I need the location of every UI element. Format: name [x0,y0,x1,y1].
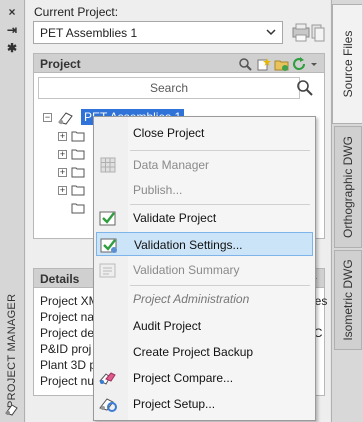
project-section-title: Project [40,57,81,71]
menu-item-project-compare[interactable]: Project Compare... [96,366,313,390]
menu-header-project-administration: Project Administration [133,292,250,306]
validate-icon [99,211,116,226]
menu-item-publish: Publish... [133,183,183,197]
folder-icon [71,185,85,196]
menu-item-validation-settings[interactable]: Validation Settings... [96,232,313,256]
menu-separator [130,204,310,205]
tab-isometric-dwg[interactable]: Isometric DWG [334,250,362,350]
details-section-title: Details [40,272,80,286]
expand-icon[interactable]: + [58,150,67,159]
menu-item-audit-project[interactable]: Audit Project [96,314,313,338]
folder-icon [71,203,85,214]
new-item-icon[interactable] [256,57,271,72]
expand-icon[interactable]: + [58,132,67,141]
refresh-icon[interactable] [292,56,307,72]
print-icons[interactable] [292,22,326,44]
collapse-icon[interactable]: − [43,113,52,122]
context-menu: Close Project Data Manager Publish... Va… [93,116,316,421]
details-line: P&ID proj [40,342,92,356]
search-icon[interactable] [296,79,314,97]
expand-icon[interactable]: + [58,186,67,195]
compare-icon [99,372,116,385]
current-project-select[interactable]: PET Assemblies 1 [33,21,283,44]
details-line: Plant 3D p [40,358,97,372]
search-input[interactable] [38,77,300,99]
folder-add-icon[interactable] [274,57,289,72]
menu-item-validate-project[interactable]: Validate Project [96,206,313,230]
expand-icon[interactable]: + [58,168,67,177]
properties-icon[interactable]: ✱ [3,40,21,56]
close-icon[interactable]: × [3,4,21,20]
folder-icon [71,167,85,178]
summary-icon [99,263,116,278]
current-project-value: PET Assemblies 1 [40,26,138,40]
menu-item-data-manager: Data Manager [96,153,313,177]
details-line: Project de [40,326,95,340]
left-strip: × ⇥ ✱ PROJECT MANAGER [0,0,25,422]
grid-icon [100,157,116,173]
section-menu-icon[interactable] [310,57,318,72]
project-manager-icon [5,404,18,416]
menu-separator [130,285,310,286]
setup-icon [99,398,117,412]
validation-settings-icon [100,238,117,253]
project-icon [58,112,73,125]
dock-icon[interactable]: ⇥ [3,22,21,38]
menu-separator [130,150,310,151]
menu-item-validation-summary: Validation Summary [96,258,313,282]
folder-icon [71,149,85,160]
details-line: Project nu [40,374,95,388]
tab-source-files[interactable]: Source Files [332,4,362,124]
right-tabs: Source Files Orthographic DWG Isometric … [331,0,363,422]
project-section-header: Project [33,53,325,73]
current-project-label: Current Project: [34,5,119,19]
search-icon[interactable] [238,57,253,72]
menu-item-create-project-backup[interactable]: Create Project Backup [96,340,313,364]
details-line: Project na [40,310,95,324]
palette-title: PROJECT MANAGER [6,293,18,408]
menu-item-project-setup[interactable]: Project Setup... [96,392,313,416]
folder-icon [71,131,85,142]
details-line: Project XM [40,294,99,308]
chevron-down-icon [266,29,276,36]
tab-orthographic-dwg[interactable]: Orthographic DWG [334,126,362,248]
menu-item-close-project[interactable]: Close Project [96,121,313,145]
